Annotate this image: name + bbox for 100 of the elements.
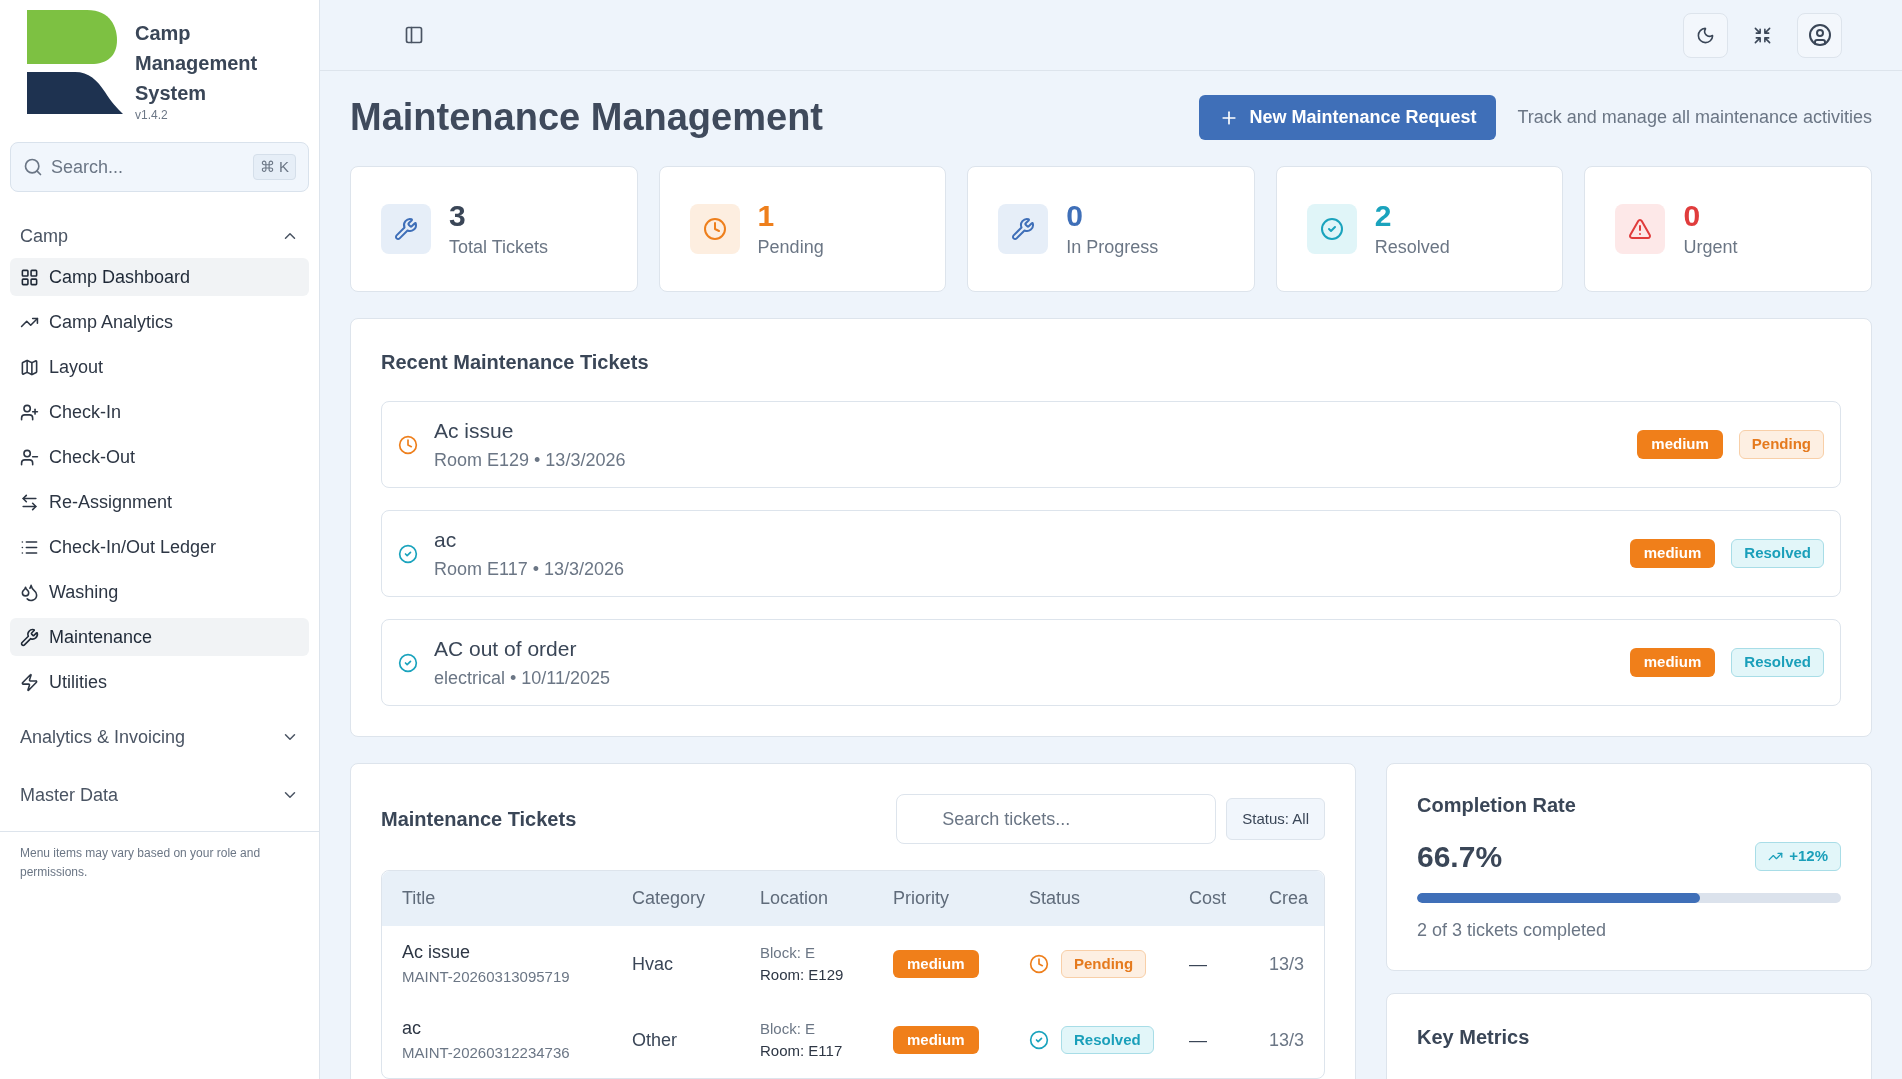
map-icon [20,357,39,377]
check-circle-icon [398,652,418,673]
room-text: Room: E117 [760,1041,844,1061]
ticket-meta: electrical • 10/11/2025 [434,666,612,690]
app-version: v1.4.2 [135,108,169,122]
table-cell-text: — [1189,1028,1208,1052]
table-cell-text: Ac issue [402,941,472,965]
ticket-meta: Room E129 • 13/3/2026 [434,448,627,472]
stat-label: Total Tickets [449,235,549,259]
swap-arrows-icon [20,492,39,512]
section-title: Completion Rate [1417,793,1577,818]
nav-group-toggle[interactable]: Analytics & Invoicing [0,715,319,759]
status-filter[interactable]: Status: All [1226,798,1325,840]
user-plus-icon [20,402,39,422]
stat-value: 1 [757,197,776,234]
ticket-row[interactable]: Ac issue Room E129 • 13/3/2026 medium Pending [381,401,1841,488]
status-badge: Resolved [1061,1025,1154,1055]
ticket-id: MAINT-20260312234736 [402,1043,571,1064]
wrench-icon [998,204,1049,254]
nav-item[interactable]: Layout [10,348,309,386]
stat-value: 0 [1066,197,1084,234]
nav-group-toggle[interactable]: Camp [0,214,319,258]
priority-badge: medium [1629,648,1716,677]
column-header: Title [402,887,437,910]
nav-item[interactable]: Check-In/Out Ledger [10,528,309,566]
status-badge: Resolved [1731,648,1824,677]
nav-item[interactable]: Re-Assignment [10,483,309,521]
shrink-icon [1753,25,1772,45]
section-title: Recent Maintenance Tickets [381,350,650,375]
warning-icon [1615,204,1666,254]
priority-badge: medium [893,1025,979,1055]
clock-icon [689,204,740,254]
check-circle-icon [1029,1030,1049,1050]
nav-item[interactable]: Camp Dashboard [10,258,309,296]
wrench-icon [20,627,39,647]
column-header: Crea [1269,887,1309,910]
ticket-search-field[interactable]: Search tickets... [896,794,1217,844]
priority-badge: medium [1637,430,1723,459]
nav-item[interactable]: Washing [10,573,309,611]
status-badge: Pending [1061,949,1147,979]
table-cell-text: 13/3 [1269,952,1306,976]
user-minus-icon [20,447,39,467]
column-header: Location [760,887,830,910]
section-title: Maintenance Tickets [381,807,577,832]
priority-badge: medium [893,949,979,979]
grid-icon [20,267,39,287]
ticket-title: ac [434,527,458,554]
column-header: Status [1029,887,1082,910]
block-text: Block: E [760,942,817,963]
table-cell-text: Hvac [632,952,674,976]
room-text: Room: E129 [760,965,845,985]
stat-label: In Progress [1066,235,1159,259]
new-request-button[interactable]: New Maintenance Request [1199,95,1497,140]
stat-label: Pending [757,235,824,259]
column-header: Category [632,887,707,910]
lightning-icon [20,672,39,692]
status-badge: Resolved [1731,539,1824,568]
priority-badge: medium [1629,539,1716,568]
droplets-icon [20,582,39,602]
clock-icon [1029,954,1049,974]
ticket-row[interactable]: ac Room E117 • 13/3/2026 medium Resolved [381,510,1841,597]
ticket-id: MAINT-20260313095719 [402,967,571,988]
status-badge: Pending [1738,430,1824,459]
nav-item[interactable]: Camp Analytics [10,303,309,341]
user-icon [1807,23,1832,47]
moon-icon [1696,25,1715,45]
nav-group-toggle[interactable]: Master Data [0,773,319,817]
block-text: Block: E [760,1018,817,1039]
stat-value: 2 [1374,197,1393,234]
search-field[interactable]: Search... ⌘ K [10,142,309,192]
trend-badge: +12% [1755,842,1841,871]
table-cell-text: ac [402,1017,422,1041]
ticket-title: AC out of order [434,636,578,663]
search-icon [23,157,43,177]
check-circle-icon [398,543,418,564]
ticket-search-input[interactable]: Search tickets... [942,805,1216,833]
completion-value: 66.7% [1417,839,1503,875]
ticket-row[interactable]: AC out of order electrical • 10/11/2025 medium Resolved [381,619,1841,706]
nav-item[interactable]: Check-Out [10,438,309,476]
nav-item[interactable]: Maintenance [10,618,309,656]
panel-icon [404,25,424,45]
stat-value: 0 [1683,197,1702,234]
ticket-meta: Room E117 • 13/3/2026 [434,557,626,581]
column-header: Cost [1189,887,1227,910]
table-cell-text: 13/3 [1269,1028,1306,1052]
table-cell-text: — [1189,952,1208,976]
ticket-title: Ac issue [434,418,515,445]
stat-label: Resolved [1374,235,1450,259]
footer-note: Menu items may vary based on your role and permissions. [20,845,262,881]
table-cell-text: Other [632,1028,679,1052]
search-input[interactable]: Search... [51,153,245,181]
profile-button[interactable] [1797,12,1842,58]
app-title: Camp Management System [135,21,259,106]
stat-label: Urgent [1683,235,1738,259]
nav-item[interactable]: Utilities [10,663,309,701]
completion-note: 2 of 3 tickets completed [1417,919,1608,942]
section-title: Key Metrics [1417,1025,1531,1050]
nav-item[interactable]: Check-In [10,393,309,431]
shortcut-key: ⌘ K [252,153,296,181]
theme-toggle[interactable] [1683,12,1728,58]
